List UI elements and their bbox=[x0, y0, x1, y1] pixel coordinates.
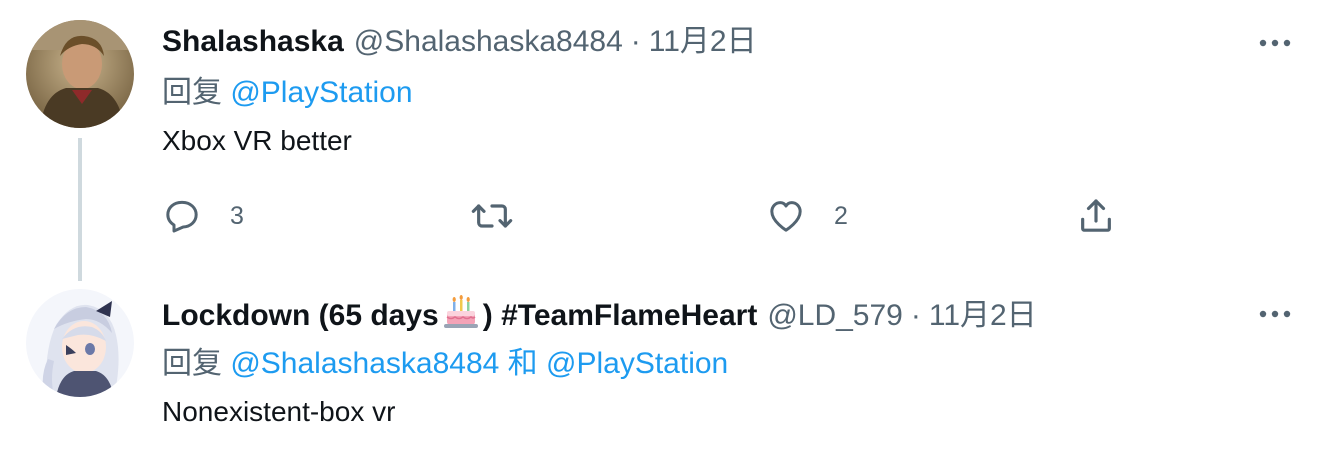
more-icon bbox=[1259, 310, 1291, 318]
user-handle[interactable]: @LD_579 bbox=[767, 296, 903, 336]
tweet[interactable]: Shalashaska @Shalashaska8484 · 11月2日 回复 … bbox=[0, 0, 1325, 281]
reply-conjunction: 和 bbox=[507, 347, 538, 380]
user-handle[interactable]: @Shalashaska8484 bbox=[354, 22, 623, 62]
like-count: 2 bbox=[834, 201, 848, 230]
avatar-photo-icon bbox=[26, 20, 134, 128]
tweet-actions: 3 2 bbox=[162, 194, 1122, 238]
tweet-header: Lockdown (65 days ) #TeamFlameHeart @LD_… bbox=[162, 293, 1285, 333]
birthday-cake-icon bbox=[441, 293, 481, 329]
display-name-suffix: ) #TeamFlameHeart bbox=[482, 299, 758, 332]
share-button[interactable] bbox=[1076, 194, 1116, 238]
retweet-button[interactable] bbox=[470, 194, 542, 238]
reply-icon bbox=[166, 200, 198, 233]
more-options-button[interactable] bbox=[1255, 294, 1295, 334]
more-options-button[interactable] bbox=[1255, 23, 1295, 63]
mention-link[interactable]: @PlayStation bbox=[546, 347, 728, 380]
anime-avatar-icon bbox=[26, 289, 134, 397]
separator-dot: · bbox=[630, 25, 641, 58]
tweet-content: Shalashaska @Shalashaska8484 · 11月2日 回复 … bbox=[162, 22, 1285, 160]
like-button[interactable]: 2 bbox=[766, 194, 848, 238]
tweet-content: Lockdown (65 days ) #TeamFlameHeart @LD_… bbox=[162, 293, 1285, 431]
user-avatar[interactable] bbox=[26, 289, 134, 397]
tweet-text: Xbox VR better bbox=[162, 125, 352, 156]
display-name[interactable]: Lockdown (65 days ) #TeamFlameHeart bbox=[162, 293, 757, 336]
tweet-date[interactable]: 11月2日 bbox=[649, 22, 757, 62]
display-name-prefix: Lockdown (65 days bbox=[162, 299, 439, 332]
retweet-icon bbox=[471, 204, 513, 228]
reply-prefix: 回复 bbox=[162, 76, 222, 109]
replying-to: 回复 @Shalashaska8484 和 @PlayStation bbox=[162, 345, 1285, 383]
share-icon bbox=[1081, 199, 1111, 232]
separator-dot: · bbox=[910, 299, 921, 332]
mention-link[interactable]: @PlayStation bbox=[230, 76, 412, 109]
heart-icon bbox=[770, 201, 802, 232]
more-icon bbox=[1259, 39, 1291, 47]
reply-prefix: 回复 bbox=[162, 347, 222, 380]
reply-count: 3 bbox=[230, 201, 244, 230]
user-avatar[interactable] bbox=[26, 20, 134, 128]
reply-button[interactable]: 3 bbox=[162, 194, 244, 238]
tweet-date[interactable]: 11月2日 bbox=[929, 296, 1037, 336]
tweet-header: Shalashaska @Shalashaska8484 · 11月2日 bbox=[162, 22, 1285, 62]
replying-to: 回复 @PlayStation bbox=[162, 74, 1285, 112]
mention-link[interactable]: @Shalashaska8484 bbox=[230, 347, 499, 380]
display-name[interactable]: Shalashaska bbox=[162, 22, 344, 62]
thread-line bbox=[78, 138, 82, 281]
tweet[interactable]: Lockdown (65 days ) #TeamFlameHeart @LD_… bbox=[0, 281, 1325, 451]
tweet-text: Nonexistent-box vr bbox=[162, 396, 396, 427]
